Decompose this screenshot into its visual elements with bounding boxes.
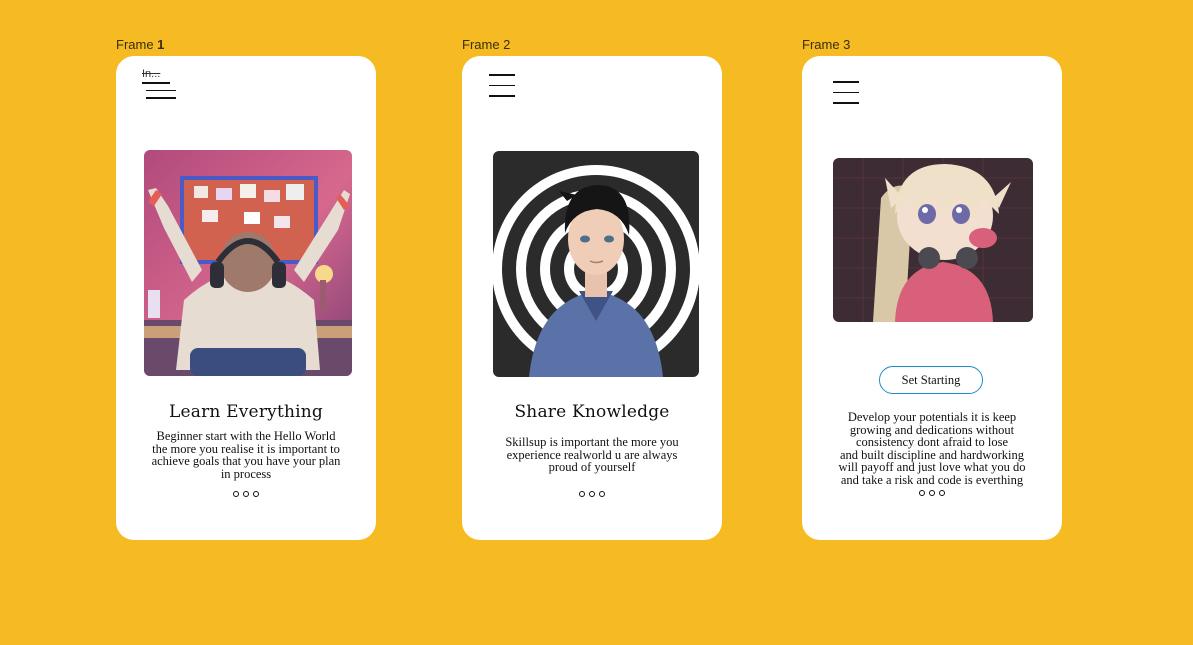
more-dots-icon[interactable]: [116, 491, 376, 497]
hero-image-anime-girl: [833, 158, 1033, 322]
frame-2-label: Frame 2: [462, 37, 511, 52]
description-line: Beginner start with the Hello World: [156, 429, 336, 443]
hero-image-anime-man: [493, 151, 699, 377]
frame-1-label-number: 1: [157, 37, 165, 52]
card-description: Skillsup is important the more you exper…: [480, 436, 704, 474]
gamer-desk-illustration: [144, 150, 352, 376]
frame-3-label: Frame 3: [802, 37, 851, 52]
card-title-share-knowledge: Share Knowledge: [514, 402, 670, 422]
card-get-started: Set Starting Develop your potentials it …: [802, 56, 1062, 540]
frame-1-label-prefix: Frame: [116, 37, 158, 52]
set-starting-button[interactable]: Set Starting: [879, 366, 983, 394]
menu-label: In...: [142, 68, 161, 80]
description-line: and take a risk and code is everthing: [840, 472, 1024, 487]
anime-girl-illustration: [833, 158, 1033, 322]
description-line: will payoff and just love what you do: [838, 460, 1026, 474]
more-dots-icon[interactable]: [802, 490, 1062, 496]
hero-image-gamer-desk: [144, 150, 352, 376]
frame-1-label: Frame 1: [116, 37, 164, 52]
hamburger-menu-icon[interactable]: [833, 81, 859, 104]
card-description: Beginner start with the Hello World the …: [132, 430, 360, 480]
anime-man-illustration: [493, 151, 699, 377]
card-description: Develop your potentials it is keep growi…: [816, 411, 1048, 486]
card-learn-everything: In... Learn Everything Beginner start wi…: [116, 56, 376, 540]
description-line: Develop your potentials it is keep: [847, 410, 1017, 424]
description-line: Skillsup is important the more you: [505, 435, 679, 449]
description-line: achieve goals that you have your plan: [151, 454, 341, 468]
card-title-learn-everything: Learn Everything: [168, 402, 324, 422]
description-line: consistency dont afraid to lose: [855, 435, 1009, 449]
hamburger-menu-icon[interactable]: [489, 74, 515, 97]
description-line: in process: [220, 466, 272, 481]
more-dots-icon[interactable]: [462, 491, 722, 497]
card-share-knowledge: Share Knowledge Skillsup is important th…: [462, 56, 722, 540]
hamburger-menu-icon[interactable]: In...: [142, 68, 178, 108]
description-line: proud of yourself: [548, 460, 636, 474]
